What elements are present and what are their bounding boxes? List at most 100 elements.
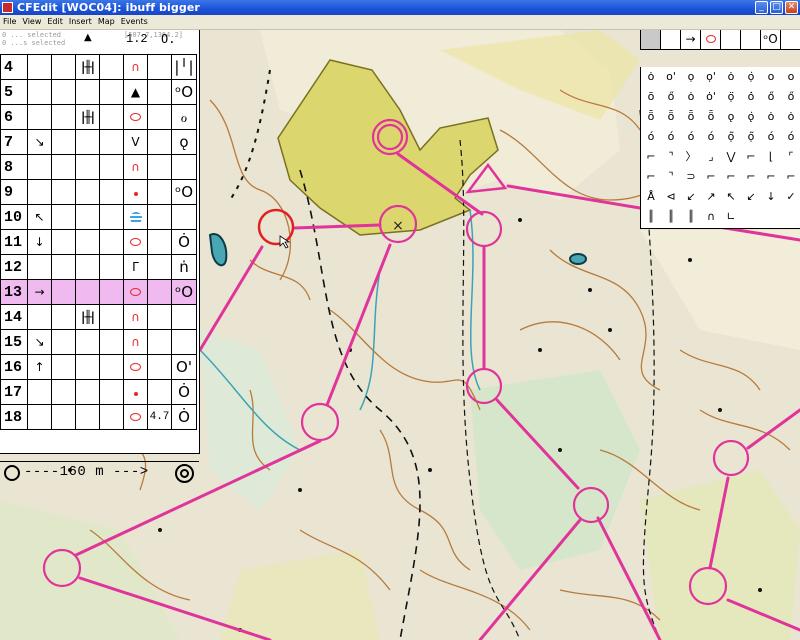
palette-symbol[interactable]: ọ̃ (741, 127, 761, 147)
description-cell[interactable] (99, 54, 124, 80)
palette-symbol[interactable]: 〉 (681, 147, 701, 167)
description-cell[interactable] (99, 354, 124, 380)
description-cell[interactable] (147, 79, 172, 105)
palette-symbol[interactable]: ⌜ (781, 147, 800, 167)
palette-symbol[interactable]: ⊲ (661, 187, 681, 207)
control-number-cell[interactable]: 17 (0, 379, 28, 405)
palette-symbol[interactable]: ⋁ (721, 147, 741, 167)
palette-symbol[interactable]: ⌐ (641, 167, 661, 187)
description-cell[interactable] (171, 329, 197, 355)
description-cell[interactable] (123, 204, 148, 230)
description-cell[interactable] (99, 179, 124, 205)
finish-leg-row[interactable]: ----160 m ---> (0, 461, 199, 485)
description-cell[interactable]: Ȯ (171, 229, 197, 255)
palette-cell[interactable] (721, 30, 741, 49)
control-row[interactable]: 16 ↑ O' (0, 354, 197, 380)
description-cell[interactable]: 4.7 (147, 404, 172, 430)
description-cell[interactable]: ∩ (123, 304, 148, 330)
palette-symbol[interactable]: ȯ (641, 67, 661, 87)
description-cell[interactable]: ∩ (123, 154, 148, 180)
description-cell[interactable]: ∩ (123, 329, 148, 355)
control-row[interactable]: 4 |╫| ∩ |╵| (0, 54, 197, 80)
description-cell[interactable] (171, 154, 197, 180)
description-cell[interactable]: |╫| (75, 54, 100, 80)
description-cell[interactable] (51, 79, 76, 105)
control-row[interactable]: 15 ↘ ∩ (0, 329, 197, 355)
description-cell[interactable] (147, 104, 172, 130)
maximize-button[interactable]: □ (770, 1, 783, 14)
description-cell[interactable] (123, 379, 148, 405)
palette-symbol[interactable]: ↓ (761, 187, 781, 207)
description-cell[interactable]: |╫| (75, 304, 100, 330)
control-number-cell[interactable]: 7 (0, 129, 28, 155)
description-cell[interactable] (27, 79, 52, 105)
palette-symbol[interactable]: ȫ (661, 107, 681, 127)
description-cell[interactable] (99, 79, 124, 105)
palette-symbol[interactable]: ȯ (761, 107, 781, 127)
description-cell[interactable] (99, 304, 124, 330)
palette-symbol[interactable]: ó (661, 127, 681, 147)
palette-symbol[interactable]: ↖ (721, 187, 741, 207)
palette-symbol[interactable]: ⌟ (701, 147, 721, 167)
control-number-cell[interactable]: 4 (0, 54, 28, 80)
menu-file[interactable]: File (0, 15, 19, 28)
description-cell[interactable] (51, 304, 76, 330)
palette-symbol[interactable]: ȯ̇ (741, 87, 761, 107)
menu-insert[interactable]: Insert (66, 15, 95, 28)
menu-edit[interactable]: Edit (44, 15, 66, 28)
description-cell[interactable] (99, 229, 124, 255)
palette-cell[interactable] (741, 30, 761, 49)
description-cell[interactable] (147, 179, 172, 205)
description-cell[interactable]: ▲ (123, 79, 148, 105)
palette-symbol[interactable]: ⊃ (681, 167, 701, 187)
control-number-cell[interactable]: 13 (0, 279, 28, 305)
palette-symbol[interactable]: ∟ (721, 207, 741, 227)
palette-symbol[interactable]: ⌝ (661, 147, 681, 167)
palette-symbol[interactable]: o (781, 67, 800, 87)
description-cell[interactable]: ∩ (123, 54, 148, 80)
description-cell[interactable] (147, 129, 172, 155)
description-cell[interactable] (51, 104, 76, 130)
palette-symbol[interactable]: ȯ (781, 107, 800, 127)
menu-events[interactable]: Events (118, 15, 151, 28)
description-cell[interactable] (147, 279, 172, 305)
palette-symbol[interactable]: Å (641, 187, 661, 207)
palette-symbol[interactable]: ọ (681, 67, 701, 87)
control-row[interactable]: 18 4.7 Ȯ (0, 404, 197, 430)
description-cell[interactable] (147, 304, 172, 330)
palette-symbol[interactable]: ọ̃ (721, 127, 741, 147)
palette-symbol[interactable]: ọ̈ (721, 87, 741, 107)
description-cell[interactable] (75, 129, 100, 155)
description-cell[interactable]: |╵| (171, 54, 197, 80)
description-cell[interactable] (51, 254, 76, 280)
palette-symbol[interactable]: ⌐ (741, 167, 761, 187)
description-cell[interactable]: Γ (123, 254, 148, 280)
control-row[interactable]: 14 |╫| ∩ (0, 304, 197, 330)
description-cell[interactable] (27, 254, 52, 280)
control-number-cell[interactable]: 11 (0, 229, 28, 255)
description-cell[interactable] (123, 404, 148, 430)
palette-symbol[interactable] (781, 207, 800, 227)
description-cell[interactable] (75, 354, 100, 380)
description-cell[interactable]: V (123, 129, 148, 155)
description-cell[interactable] (75, 254, 100, 280)
description-cell[interactable] (99, 329, 124, 355)
app-icon[interactable] (2, 2, 13, 13)
description-cell[interactable] (147, 154, 172, 180)
description-cell[interactable] (147, 54, 172, 80)
description-cell[interactable] (27, 154, 52, 180)
palette-arrow-cell[interactable]: → (681, 30, 701, 49)
description-cell[interactable] (51, 354, 76, 380)
control-number-cell[interactable]: 8 (0, 154, 28, 180)
description-cell[interactable] (75, 154, 100, 180)
description-cell[interactable] (75, 179, 100, 205)
description-cell[interactable] (147, 229, 172, 255)
description-cell[interactable] (99, 129, 124, 155)
description-cell[interactable] (171, 304, 197, 330)
description-cell[interactable] (51, 279, 76, 305)
palette-symbol[interactable]: ȫ (701, 107, 721, 127)
control-row[interactable]: 10 ↖ (0, 204, 197, 230)
description-cell[interactable] (123, 229, 148, 255)
control-row[interactable]: 6 |╫| ℴ (0, 104, 197, 130)
description-cell[interactable]: Ȯ (171, 404, 197, 430)
